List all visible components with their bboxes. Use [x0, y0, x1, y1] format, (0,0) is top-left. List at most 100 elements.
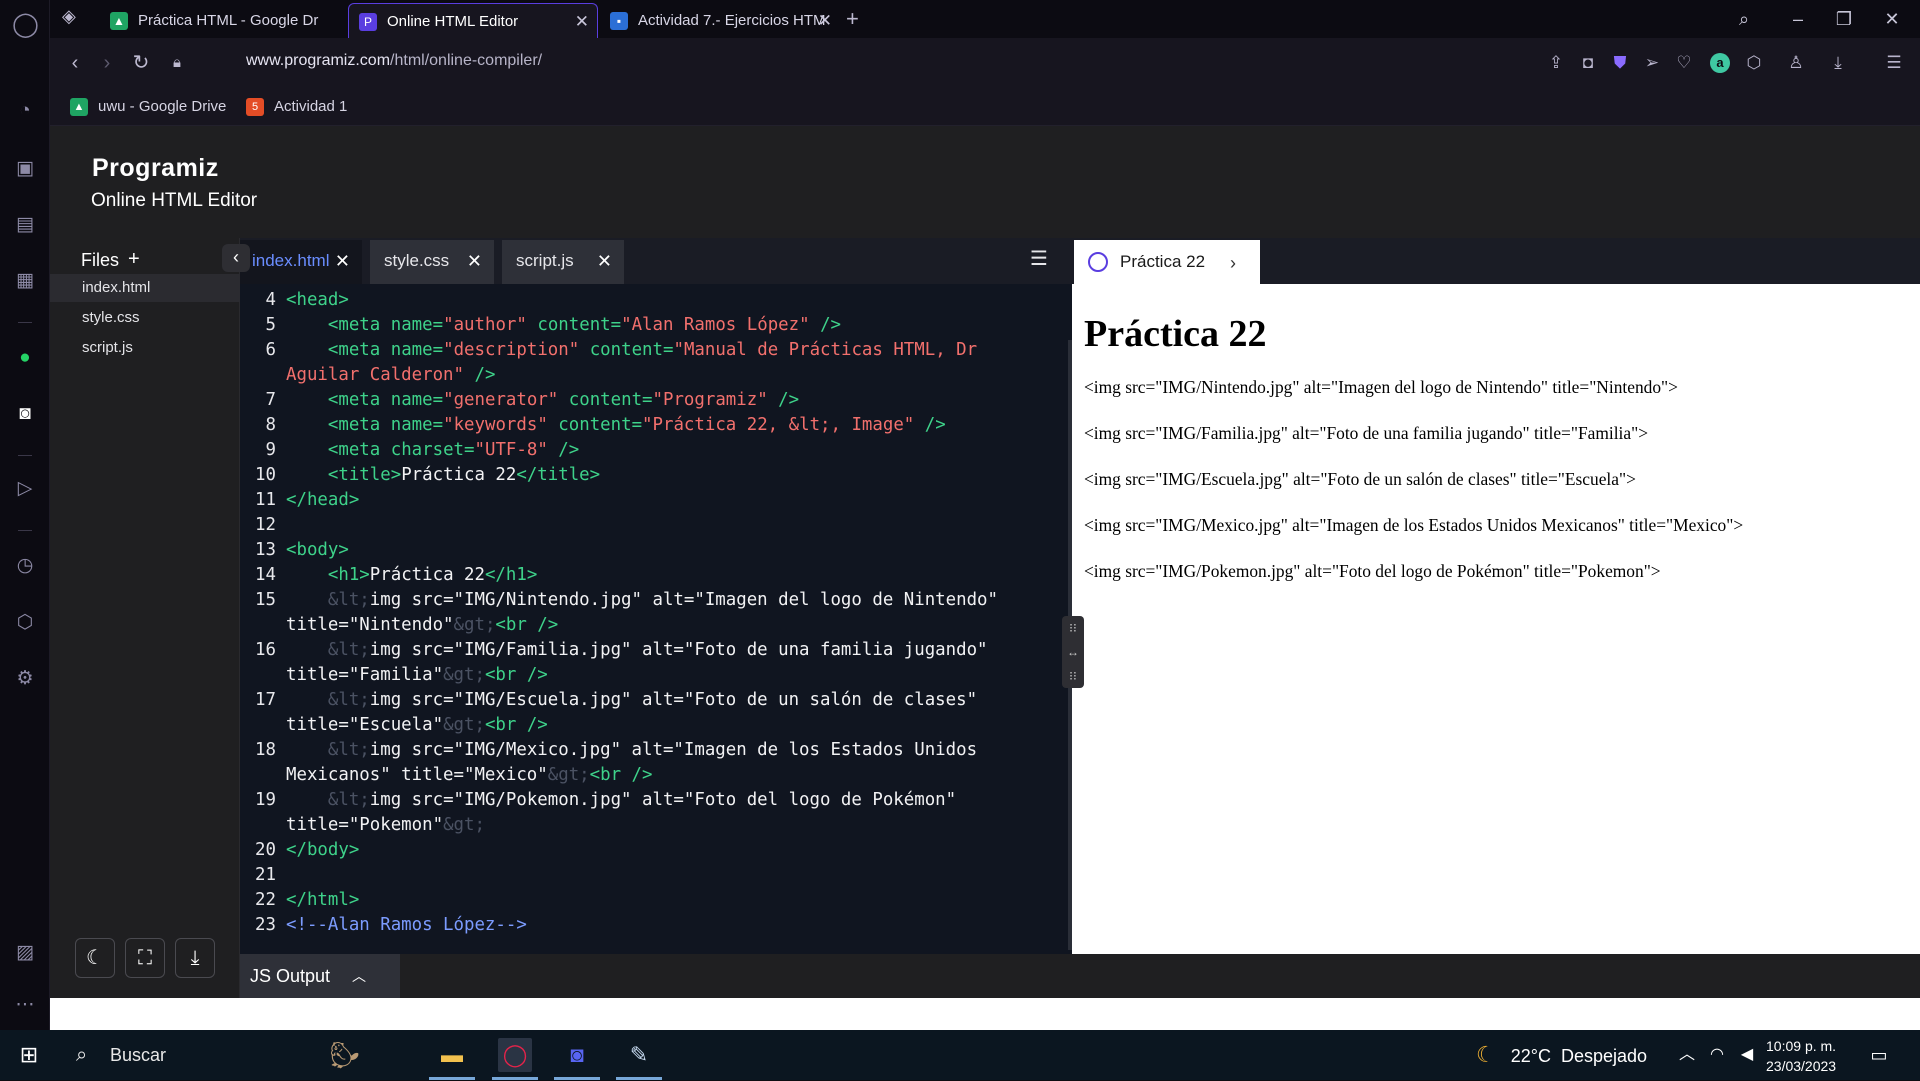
code-line[interactable]: 5 <meta name="author" content="Alan Ramo… [240, 313, 842, 338]
code-line[interactable]: title="Pokemon"&gt; [240, 813, 485, 838]
code-editor[interactable]: 4 <head> 5 <meta name="author" content="Al… [240, 284, 1072, 954]
paint-icon[interactable]: ✎ [622, 1038, 656, 1072]
close-icon[interactable]: ✕ [597, 240, 612, 282]
code-line[interactable]: 7 <meta name="generator" content="Progra… [240, 388, 800, 413]
vpn-shield-icon[interactable]: ⛊ [1608, 51, 1632, 75]
file-explorer-icon[interactable]: ▬ [435, 1038, 469, 1072]
wifi-icon[interactable]: ◠ [1700, 1038, 1734, 1072]
aria-icon[interactable]: ▦ [12, 268, 38, 294]
chevron-right-icon[interactable]: › [1230, 241, 1236, 285]
taskbar-search[interactable]: ⌕ Buscar 🦫︎ [60, 1030, 410, 1080]
editor-tab-script-js[interactable]: script.js ✕ [502, 240, 624, 284]
code-line[interactable]: 17 &lt;img src="IMG/Escuela.jpg" alt="Fo… [240, 688, 977, 713]
easy-setup-icon[interactable]: ☰ [1882, 51, 1906, 75]
extensions-icon[interactable]: ⬡ [12, 610, 38, 636]
discord-icon[interactable]: ◙ [12, 401, 38, 427]
more-icon[interactable]: ⋯ [12, 992, 38, 1018]
speed-dial-icon[interactable]: ◔ [12, 98, 38, 124]
code-line[interactable]: title="Escuela"&gt;<br /> [240, 713, 548, 738]
word-wrap-icon[interactable]: ☰ [1030, 246, 1048, 271]
file-item-style-css[interactable]: style.css [50, 304, 240, 332]
notifications-icon[interactable]: ▭ [1862, 1038, 1896, 1072]
url-field[interactable]: www.programiz.com/html/online-compiler/ [246, 52, 542, 70]
code-line[interactable]: 22 </html> [240, 888, 359, 913]
restore-icon[interactable]: ❐ [1824, 0, 1864, 38]
code-line[interactable]: 23 <!--Alan Ramos López--> [240, 913, 527, 938]
code-line[interactable]: 9 <meta charset="UTF-8" /> [240, 438, 580, 463]
programiz-logo[interactable]: Programiz [92, 154, 219, 183]
close-icon[interactable]: ✕ [467, 240, 482, 282]
collapse-files-button[interactable]: ‹ [222, 244, 250, 272]
add-file-icon[interactable]: + [128, 248, 140, 271]
editor-tab-index-html[interactable]: index.html ✕ [240, 240, 362, 284]
player-icon[interactable]: ▷ [12, 476, 38, 502]
whatsapp-icon[interactable]: ● [12, 345, 38, 371]
fullscreen-button[interactable]: ⛶ [125, 938, 165, 978]
code-line[interactable]: 11 </head> [240, 488, 359, 513]
discord-app-icon[interactable]: ◙ [560, 1038, 594, 1072]
code-line[interactable]: Aguilar Calderon" /> [240, 363, 495, 388]
shopping-icon[interactable]: ▣ [12, 156, 38, 182]
code-line[interactable]: 8 <meta name="keywords" content="Práctic… [240, 413, 946, 438]
downloads-icon[interactable]: ⤓ [1826, 51, 1850, 75]
bookmark-uwu-drive[interactable]: ▲ uwu - Google Drive [70, 97, 226, 117]
extension-a-icon[interactable]: a [1710, 53, 1730, 73]
code-line[interactable]: title="Familia"&gt;<br /> [240, 663, 548, 688]
bookmark-actividad-1[interactable]: 5 Actividad 1 [246, 97, 347, 117]
close-tab-icon[interactable]: ✕ [575, 4, 589, 38]
pinboard-icon[interactable]: ▨ [12, 940, 38, 966]
forward-icon[interactable]: › [94, 50, 120, 76]
code-line[interactable]: 19 &lt;img src="IMG/Pokemon.jpg" alt="Fo… [240, 788, 956, 813]
code-line[interactable]: 10 <title>Práctica 22</title> [240, 463, 600, 488]
share-icon[interactable]: ⇪ [1544, 51, 1568, 75]
download-button[interactable]: ⤓ [175, 938, 215, 978]
opera-logo-icon[interactable]: ◯ [12, 12, 39, 38]
chevron-up-icon[interactable]: ︿ [1670, 1038, 1704, 1072]
file-item-index-html[interactable]: index.html [50, 274, 240, 302]
close-icon[interactable]: ✕ [335, 240, 350, 282]
twitch-icon[interactable]: ▤ [12, 212, 38, 238]
settings-icon[interactable]: ⚙ [12, 666, 38, 692]
close-window-icon[interactable]: ✕ [1872, 0, 1912, 38]
resize-handle[interactable]: ⁝⁝ ↔ ⁝⁝ [1062, 616, 1084, 688]
code-line[interactable]: 21 [240, 863, 286, 888]
history-icon[interactable]: ◷ [12, 553, 38, 579]
reload-icon[interactable]: ↻ [128, 50, 154, 76]
minimize-icon[interactable]: – [1778, 0, 1818, 38]
code-line[interactable]: 6 <meta name="description" content="Manu… [240, 338, 978, 363]
code-line[interactable]: 15 &lt;img src="IMG/Nintendo.jpg" alt="I… [240, 588, 998, 613]
close-tab-icon[interactable]: ✕ [818, 3, 832, 38]
code-line[interactable]: 4 <head> [240, 288, 349, 313]
code-line[interactable]: 13 <body> [240, 538, 349, 563]
js-output-toggle[interactable]: JS Output ︿ [240, 954, 400, 998]
clock[interactable]: 10:09 p. m. 23/03/2023 [1766, 1036, 1836, 1076]
theme-toggle-button[interactable]: ☾ [75, 938, 115, 978]
volume-icon[interactable]: ◀︎ [1730, 1038, 1764, 1072]
tab-search-icon[interactable]: ⌕ [1724, 0, 1764, 38]
code-line[interactable]: title="Nintendo"&gt;<br /> [240, 613, 558, 638]
extensions-cube-icon[interactable]: ⬡ [1742, 51, 1766, 75]
code-line[interactable]: 20 </body> [240, 838, 359, 863]
snapshot-icon[interactable]: ◘ [1576, 51, 1600, 75]
editor-tab-style-css[interactable]: style.css ✕ [370, 240, 494, 284]
opera-browser-icon[interactable]: ◯ [498, 1038, 532, 1072]
send-icon[interactable]: ➢ [1640, 51, 1664, 75]
preview-tab[interactable]: Práctica 22 › [1074, 240, 1260, 284]
gamepad-icon[interactable]: ◈ [62, 6, 76, 27]
back-icon[interactable]: ‹ [62, 50, 88, 76]
code-line[interactable]: 12 [240, 513, 286, 538]
heart-icon[interactable]: ♡ [1672, 51, 1696, 75]
file-item-script-js[interactable]: script.js [50, 334, 240, 362]
tab-online-html-editor[interactable]: P Online HTML Editor ✕ [348, 3, 598, 38]
tab-actividad-7[interactable]: ▪ Actividad 7.- Ejercicios HTM ✕ [600, 3, 840, 38]
bookmark-label: uwu - Google Drive [98, 98, 227, 115]
lock-icon[interactable]: 🔒︎ [164, 50, 190, 76]
windows-start-icon[interactable]: ⊞ [12, 1038, 46, 1072]
code-line[interactable]: 18 &lt;img src="IMG/Mexico.jpg" alt="Ima… [240, 738, 977, 763]
code-line[interactable]: 16 &lt;img src="IMG/Familia.jpg" alt="Fo… [240, 638, 987, 663]
new-tab-icon[interactable]: + [846, 4, 859, 34]
profile-icon[interactable]: ♙ [1784, 51, 1808, 75]
weather-widget[interactable]: ☾ 22°C Despejado [1476, 1030, 1647, 1081]
code-line[interactable]: Mexicanos" title="Mexico"&gt;<br /> [240, 763, 652, 788]
code-line[interactable]: 14 <h1>Práctica 22</h1> [240, 563, 537, 588]
